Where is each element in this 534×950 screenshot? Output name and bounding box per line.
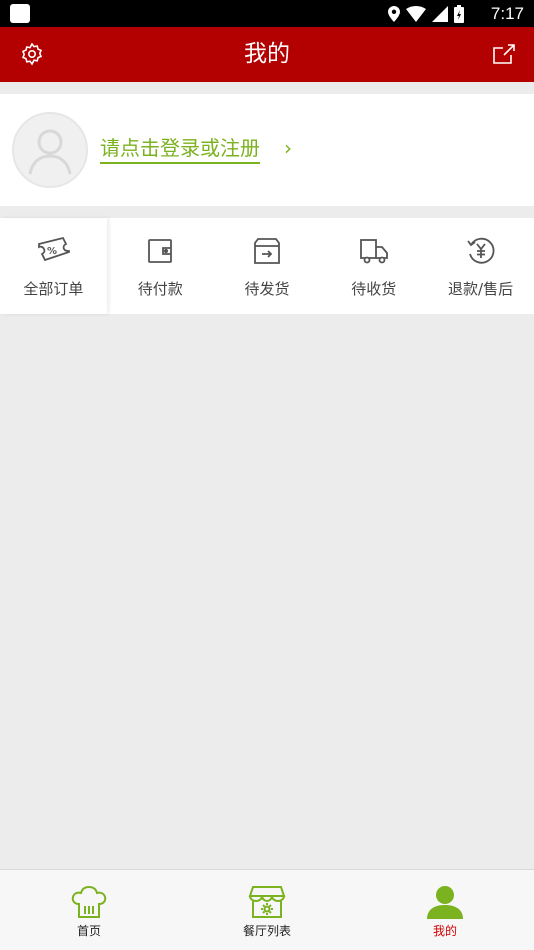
- chevron-right-icon[interactable]: ›: [284, 136, 292, 160]
- share-icon: [493, 44, 515, 64]
- default-avatar-icon: [28, 129, 72, 175]
- order-refund[interactable]: 退款/售后: [427, 218, 534, 314]
- order-pending-payment[interactable]: 待付款: [107, 218, 214, 314]
- coupon-icon: %: [38, 236, 71, 262]
- order-shortcuts: % 全部订单 待付款 待发货 待收货 退款/售后: [0, 218, 534, 314]
- tab-home-label: 首页: [76, 924, 101, 938]
- login-register-link[interactable]: 请点击登录或注册: [100, 134, 260, 164]
- status-bar: 7:17: [0, 0, 534, 27]
- wifi-icon: [406, 5, 426, 22]
- truck-icon: [359, 239, 388, 264]
- order-all-label: 全部订单: [23, 280, 84, 298]
- svg-text:%: %: [47, 246, 57, 257]
- tab-mine[interactable]: 我的: [356, 870, 534, 950]
- battery-icon: [454, 4, 464, 23]
- app-header: 我的: [0, 27, 534, 82]
- box-icon: [254, 238, 280, 264]
- avatar[interactable]: [12, 112, 88, 188]
- wallet-icon: [148, 239, 173, 263]
- order-pending-payment-label: 待付款: [137, 280, 183, 298]
- tab-mine-label: 我的: [432, 924, 457, 938]
- signal-icon: [432, 5, 448, 22]
- location-icon: [388, 5, 400, 22]
- store-icon: [248, 886, 286, 918]
- bottom-tab-bar: 首页 餐厅列表 我的: [0, 869, 534, 950]
- share-button[interactable]: [490, 40, 518, 68]
- order-pending-shipment-label: 待发货: [244, 280, 290, 298]
- profile-card[interactable]: 请点击登录或注册 ›: [0, 94, 534, 206]
- user-icon: [427, 886, 463, 919]
- page-title: 我的: [244, 41, 290, 67]
- chef-hat-icon: [71, 885, 107, 918]
- order-pending-shipment[interactable]: 待发货: [214, 218, 321, 314]
- tab-restaurant-list[interactable]: 餐厅列表: [178, 870, 356, 950]
- order-all[interactable]: % 全部订单: [0, 218, 107, 314]
- tab-restaurant-list-label: 餐厅列表: [242, 924, 291, 938]
- clock: 7:17: [490, 4, 524, 23]
- refund-icon: [466, 237, 495, 264]
- status-icons: [388, 4, 464, 23]
- order-refund-label: 退款/售后: [448, 280, 514, 298]
- order-pending-receipt-label: 待收货: [351, 280, 397, 298]
- tab-home[interactable]: 首页: [0, 870, 178, 950]
- notification-icon: [10, 4, 30, 23]
- order-pending-receipt[interactable]: 待收货: [320, 218, 427, 314]
